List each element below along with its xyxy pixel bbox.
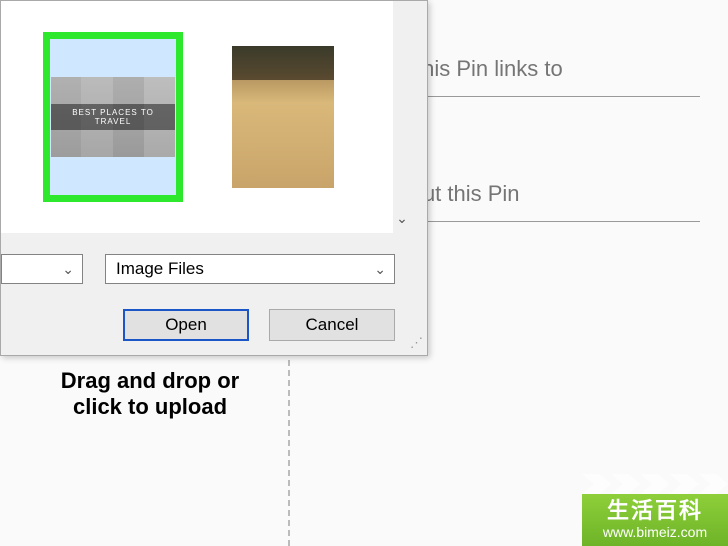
thumbnail-item[interactable] xyxy=(213,32,353,202)
resize-grip-icon[interactable]: ⋰ xyxy=(410,339,424,353)
upload-prompt-line2: click to upload xyxy=(73,394,227,419)
chevron-down-icon: ⌄ xyxy=(62,261,74,278)
upload-prompt: Drag and drop or click to upload xyxy=(30,368,270,421)
thumbnail-scrollbar[interactable]: ⌄ xyxy=(393,1,411,233)
thumbnail-list: BEST PLACES TO TRAVEL ⌄ xyxy=(1,1,411,233)
cancel-button-label: Cancel xyxy=(306,315,359,335)
watermark: 生活百科 www.bimeiz.com xyxy=(582,494,728,546)
upload-prompt-line1: Drag and drop or xyxy=(61,368,239,393)
open-button-label: Open xyxy=(165,315,207,335)
thumbnail-caption: BEST PLACES TO TRAVEL xyxy=(51,104,175,130)
file-filter-value: Image Files xyxy=(116,259,204,279)
file-open-dialog: BEST PLACES TO TRAVEL ⌄ ⌄ Image Files ⌄ … xyxy=(0,0,428,356)
watermark-url: www.bimeiz.com xyxy=(582,524,728,541)
chevron-down-icon: ⌄ xyxy=(374,261,386,278)
thumbnail-image xyxy=(232,46,334,188)
chevron-down-icon: ⌄ xyxy=(396,210,408,227)
filename-combo[interactable]: ⌄ xyxy=(1,254,83,284)
watermark-title: 生活百科 xyxy=(582,498,728,524)
watermark-arrows xyxy=(582,474,728,494)
dialog-controls-row: ⌄ Image Files ⌄ xyxy=(1,249,427,289)
cancel-button[interactable]: Cancel xyxy=(269,309,395,341)
open-button[interactable]: Open xyxy=(123,309,249,341)
dialog-buttons-row: Open Cancel xyxy=(1,301,427,349)
file-filter-combo[interactable]: Image Files ⌄ xyxy=(105,254,395,284)
thumbnail-image: BEST PLACES TO TRAVEL xyxy=(51,77,175,157)
thumbnail-item-selected[interactable]: BEST PLACES TO TRAVEL xyxy=(43,32,183,202)
